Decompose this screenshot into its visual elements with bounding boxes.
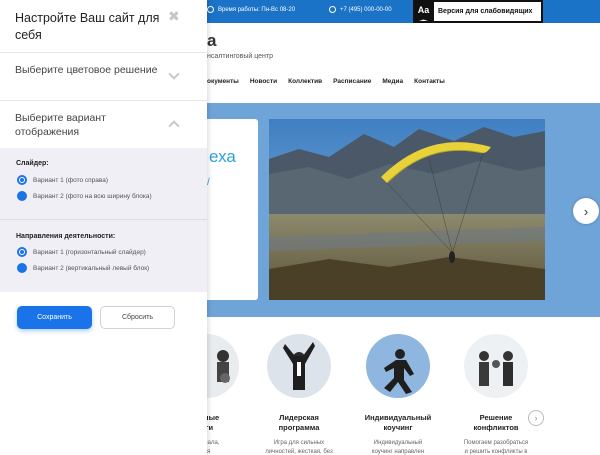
service-card-conflicts[interactable]: Решение конфликтов Помогаем разобраться и … [456,334,536,455]
nav-item-schedule[interactable]: Расписание [333,78,371,85]
accordion-color-scheme[interactable]: Выберите цветовое решение [0,53,207,101]
chevron-up-icon [168,120,180,132]
close-icon[interactable]: ✖ [168,8,180,25]
settings-panel-title: Настройте Ваш сайт для себя [15,11,160,42]
site-logo[interactable]: а [207,31,216,51]
accessibility-version-button[interactable]: Aa Версия для слабовидящих [413,0,543,23]
directions-option-1[interactable]: Вариант 1 (горизонтальный слайдер) [17,247,146,257]
directions-option-1-radio[interactable] [17,247,27,257]
accordion-display-variant-label: Выберите вариант отображения [15,112,106,138]
chevron-down-icon [168,68,180,80]
hero-title: еха [209,147,236,166]
nav-item-team[interactable]: Коллектив [288,78,322,85]
clock-icon [207,6,214,13]
reset-button[interactable]: Сбросить [100,306,175,329]
service-photo-leadership [267,334,331,398]
slider-option-2-label: Вариант 2 (фото на всю ширину блока) [33,192,152,200]
hero-subtitle: / [207,177,210,188]
hero-photo-paraglider [269,119,545,300]
font-size-icon: Aa [413,0,434,23]
save-button[interactable]: Сохранить [17,306,92,329]
slider-option-1-radio[interactable] [17,175,27,185]
service-photo-coaching [366,334,430,398]
phone-number[interactable]: +7 (495) 000-00-00 [340,7,392,13]
nav-item-media[interactable]: Медиа [382,78,403,85]
nav-item-news[interactable]: Новости [250,78,277,85]
accordion-display-variant[interactable]: Выберите вариант отображения [0,101,207,148]
nav-item-contacts[interactable]: Контакты [414,78,445,85]
directions-option-2-radio[interactable] [17,263,27,273]
work-hours-text: Время работы: Пн-Вс 08-20 [218,6,296,13]
hero-text-card: еха / [207,119,258,300]
service-title-leadership: Лидерская программа [278,413,320,432]
accessibility-version-label: Версия для слабовидящих [438,8,533,15]
settings-panel-header: Настройте Ваш сайт для себя ✖ [0,0,207,53]
nav-item-documents[interactable]: окументы [207,78,239,85]
services-next-arrow[interactable]: › [528,410,544,426]
phone-icon [329,6,336,13]
service-title-coaching: Индивидуальный коучинг [364,413,432,432]
service-photo-conflicts [464,334,528,398]
service-desc-conflicts: Помогаем разобраться и решить конфликты в [463,440,529,455]
service-desc-coaching: Индивидуальный коучинг направлен [371,440,425,455]
main-nav: окументы Новости Коллектив Расписание Ме… [207,78,445,85]
service-card-leadership[interactable]: Лидерская программа Игра для сильных лично… [259,334,339,455]
site-settings-panel: Настройте Ваш сайт для себя ✖ Выберите ц… [0,0,207,455]
service-desc-leadership: Игра для сильных личностей, жесткая, без [265,440,333,455]
accordion-color-scheme-label: Выберите цветовое решение [15,64,158,76]
work-hours: Время работы: Пн-Вс 08-20 [207,6,295,13]
site-tagline: нсалтинговый центр [207,53,274,60]
directions-option-2[interactable]: Вариант 2 (вертикальный левый блок) [17,263,149,273]
options-divider [0,219,207,220]
phone[interactable]: +7 (495) 000-00-00 [329,6,392,13]
slider-group-title: Слайдер: [16,160,49,167]
directions-option-1-label: Вариант 1 (горизонтальный слайдер) [33,248,146,256]
directions-option-2-label: Вариант 2 (вертикальный левый блок) [33,264,150,272]
slider-option-2-radio[interactable] [17,191,27,201]
slider-option-1-label: Вариант 1 (фото справа) [33,176,109,184]
hero-next-arrow[interactable]: › [573,198,599,224]
paraglider-image [269,119,545,300]
directions-group-title: Направления деятельности: [16,233,116,240]
slider-option-2[interactable]: Вариант 2 (фото на всю ширину блока) [17,191,152,201]
service-card-coaching[interactable]: Индивидуальный коучинг Индивидуальный коуч… [358,334,438,455]
slider-option-1[interactable]: Вариант 1 (фото справа) [17,175,108,185]
service-title-conflicts: Решение конфликтов [473,413,519,432]
